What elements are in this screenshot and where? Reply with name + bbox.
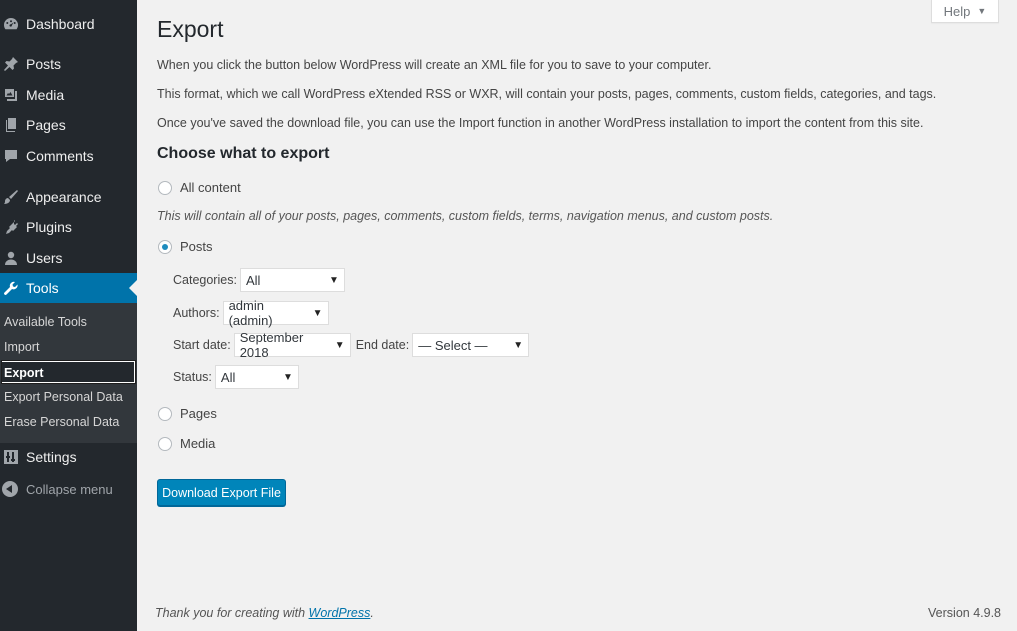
sidebar-item-label: Dashboard xyxy=(26,16,95,32)
sidebar-item-settings[interactable]: Settings xyxy=(0,442,137,472)
sidebar-item-label: Pages xyxy=(26,117,66,133)
end-date-label: End date: xyxy=(355,338,410,352)
categories-field: Categories: All ▼ xyxy=(173,268,345,292)
sidebar-item-label: Plugins xyxy=(26,219,72,235)
footer-thanks-text: Thank you for creating with xyxy=(155,606,309,620)
start-date-select-value: September 2018 xyxy=(239,330,304,360)
radio-button-checked[interactable] xyxy=(158,239,172,254)
all-content-description: This will contain all of your posts, pag… xyxy=(157,209,774,223)
wrench-icon xyxy=(2,279,20,297)
caret-down-icon: ▼ xyxy=(283,371,293,383)
dashboard-icon xyxy=(2,15,20,33)
intro-paragraph-1: When you click the button below WordPres… xyxy=(157,58,712,72)
brush-icon xyxy=(2,188,20,206)
main-content: Help ▼ Export When you click the button … xyxy=(137,0,1017,631)
end-date-select-value: — Select — xyxy=(418,337,488,353)
sidebar-item-dashboard[interactable]: Dashboard xyxy=(0,9,137,39)
sidebar-item-posts[interactable]: Posts xyxy=(0,49,137,79)
date-range-field: Start date: September 2018 ▼ End date: —… xyxy=(173,330,530,360)
radio-posts[interactable]: Posts xyxy=(158,239,213,254)
sidebar-item-label: Comments xyxy=(26,148,94,164)
radio-label: Pages xyxy=(180,406,217,421)
authors-select[interactable]: admin (admin) ▼ xyxy=(222,298,329,328)
sidebar-item-pages[interactable]: Pages xyxy=(0,110,137,140)
submenu-item-erase-personal-data[interactable]: Erase Personal Data xyxy=(4,411,119,433)
sidebar-item-label: Settings xyxy=(26,449,77,465)
page-title: Export xyxy=(157,16,224,42)
section-title: Choose what to export xyxy=(157,145,330,162)
submenu-item-export[interactable]: Export xyxy=(1,360,136,384)
sidebar-item-media[interactable]: Media xyxy=(0,80,137,110)
sidebar-item-label: Users xyxy=(26,250,63,266)
status-select[interactable]: All ▼ xyxy=(214,365,299,389)
collapse-menu-button[interactable]: Collapse menu xyxy=(0,478,137,500)
intro-paragraph-3: Once you've saved the download file, you… xyxy=(157,116,924,130)
collapse-menu-label: Collapse menu xyxy=(26,481,113,497)
sidebar-item-appearance[interactable]: Appearance xyxy=(0,182,137,212)
collapse-icon xyxy=(2,481,18,497)
plugin-icon xyxy=(2,218,20,236)
wordpress-link[interactable]: WordPress xyxy=(309,606,371,620)
download-export-file-button[interactable]: Download Export File xyxy=(157,479,286,506)
caret-down-icon: ▼ xyxy=(334,339,345,351)
status-label: Status: xyxy=(173,370,212,384)
authors-field: Authors: admin (admin) ▼ xyxy=(173,298,329,328)
status-field: Status: All ▼ xyxy=(173,365,299,389)
radio-pages[interactable]: Pages xyxy=(158,406,217,421)
categories-select-value: All xyxy=(245,272,261,288)
submenu-item-available-tools[interactable]: Available Tools xyxy=(4,311,87,333)
sidebar-item-label: Appearance xyxy=(26,189,102,205)
user-icon xyxy=(2,249,20,267)
start-date-select[interactable]: September 2018 ▼ xyxy=(233,330,351,360)
start-date-label: Start date: xyxy=(173,338,231,352)
radio-media[interactable]: Media xyxy=(158,436,215,451)
radio-button[interactable] xyxy=(158,436,172,451)
comment-icon xyxy=(2,147,20,165)
end-date-select[interactable]: — Select — ▼ xyxy=(412,333,530,357)
sidebar-item-plugins[interactable]: Plugins xyxy=(0,212,137,242)
submenu-item-import[interactable]: Import xyxy=(4,336,39,358)
footer-version: Version 4.9.8 xyxy=(928,606,1001,620)
sidebar-item-users[interactable]: Users xyxy=(0,243,137,273)
intro-paragraph-2: This format, which we call WordPress eXt… xyxy=(157,87,937,101)
caret-down-icon: ▼ xyxy=(513,339,524,351)
authors-label: Authors: xyxy=(173,306,220,320)
sidebar-item-label: Tools xyxy=(26,280,59,296)
radio-button[interactable] xyxy=(158,406,172,421)
help-tab-button[interactable]: Help ▼ xyxy=(931,0,999,23)
caret-down-icon: ▼ xyxy=(977,6,987,16)
media-icon xyxy=(2,86,20,104)
categories-label: Categories: xyxy=(173,273,237,287)
pin-icon xyxy=(2,55,20,73)
caret-down-icon: ▼ xyxy=(312,307,323,319)
radio-button[interactable] xyxy=(158,180,172,195)
submenu-item-export-personal-data[interactable]: Export Personal Data xyxy=(4,386,123,408)
sidebar-item-tools[interactable]: Tools xyxy=(0,273,137,303)
radio-label: All content xyxy=(180,180,241,195)
sidebar-item-label: Posts xyxy=(26,56,62,72)
current-menu-arrow xyxy=(129,280,137,296)
categories-select[interactable]: All ▼ xyxy=(239,268,345,292)
status-select-value: All xyxy=(220,369,236,385)
sidebar-item-comments[interactable]: Comments xyxy=(0,141,137,171)
footer-thanks: Thank you for creating with WordPress. xyxy=(155,606,374,620)
radio-label: Posts xyxy=(180,239,213,254)
caret-down-icon: ▼ xyxy=(329,274,339,286)
tools-submenu: Available Tools Import Export Export Per… xyxy=(0,303,137,443)
pages-icon xyxy=(2,116,20,134)
admin-sidebar: Dashboard Posts Media Pages Comments App… xyxy=(0,0,137,631)
footer-thanks-suffix: . xyxy=(370,606,374,620)
radio-all-content[interactable]: All content xyxy=(158,180,241,195)
help-label: Help xyxy=(943,3,971,19)
authors-select-value: admin (admin) xyxy=(228,298,273,328)
radio-label: Media xyxy=(180,436,216,451)
sidebar-item-label: Media xyxy=(26,87,65,103)
settings-icon xyxy=(2,448,20,466)
